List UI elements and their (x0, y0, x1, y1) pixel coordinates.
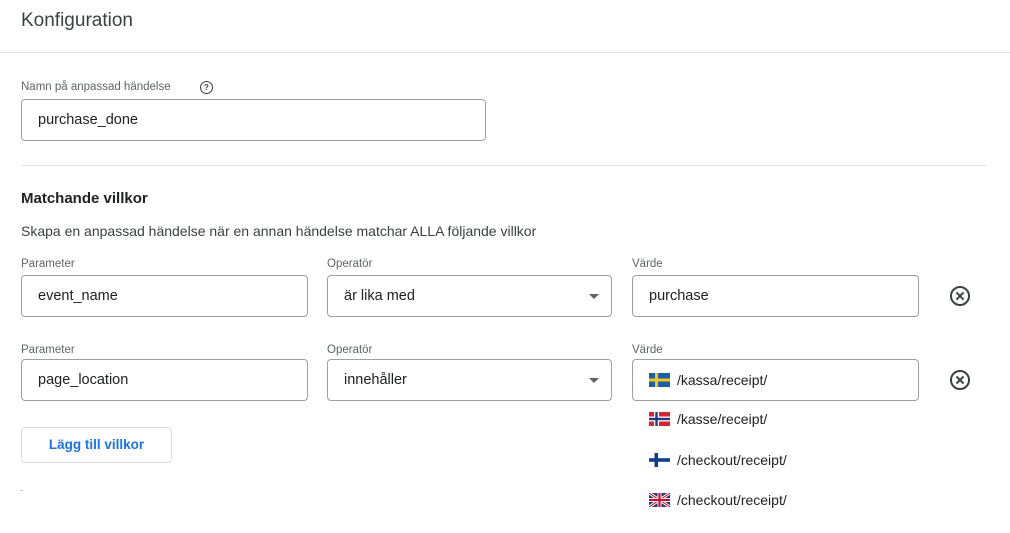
norway-flag-icon (649, 412, 670, 426)
event-name-label: Namn på anpassad händelse (21, 81, 171, 93)
remove-circle-icon[interactable] (950, 286, 970, 306)
value-text: /kassa/receipt/ (677, 372, 768, 388)
value-input[interactable]: /kassa/receipt/ (632, 359, 919, 401)
finland-flag-icon (649, 453, 670, 467)
matching-conditions-title: Matchande villkor (21, 190, 148, 207)
operator-label: Operatör (327, 344, 373, 356)
page-title: Konfiguration (21, 10, 133, 31)
sweden-flag-icon (649, 373, 670, 387)
suggestion-item[interactable]: /checkout/receipt/ (649, 452, 949, 469)
value-text: purchase (649, 288, 709, 304)
event-name-input[interactable]: purchase_done (21, 99, 486, 141)
suggestion-text: /kasse/receipt/ (677, 411, 768, 427)
parameter-label: Parameter (21, 258, 75, 270)
matching-conditions-description: Skapa en anpassad händelse när en annan … (21, 223, 537, 239)
chevron-down-icon (589, 378, 599, 383)
help-icon[interactable]: ? (200, 81, 213, 94)
value-label: Värde (632, 344, 663, 356)
operator-select[interactable]: innehåller (327, 359, 612, 401)
parameter-label: Parameter (21, 344, 75, 356)
suggestion-item[interactable]: /kasse/receipt/ (649, 411, 949, 428)
operator-value: är lika med (344, 288, 415, 304)
suggestion-text: /checkout/receipt/ (677, 492, 787, 508)
value-label: Värde (632, 258, 663, 270)
parameter-value: page_location (38, 372, 129, 388)
add-condition-button[interactable]: Lägg till villkor (21, 427, 172, 463)
event-name-value: purchase_done (38, 112, 138, 128)
suggestion-item[interactable]: /checkout/receipt/ (649, 492, 949, 509)
parameter-value: event_name (38, 288, 118, 304)
chevron-down-icon (589, 294, 599, 299)
header-divider (0, 52, 1010, 53)
parameter-input[interactable]: event_name (21, 275, 308, 317)
remove-circle-icon[interactable] (950, 370, 970, 390)
value-input[interactable]: purchase (632, 275, 919, 317)
operator-select[interactable]: är lika med (327, 275, 612, 317)
parameter-input[interactable]: page_location (21, 359, 308, 401)
suggestion-text: /checkout/receipt/ (677, 452, 787, 468)
section-divider (21, 165, 987, 166)
operator-label: Operatör (327, 258, 373, 270)
operator-value: innehåller (344, 372, 407, 388)
divider-mark (20, 490, 23, 491)
uk-flag-icon (649, 493, 670, 507)
